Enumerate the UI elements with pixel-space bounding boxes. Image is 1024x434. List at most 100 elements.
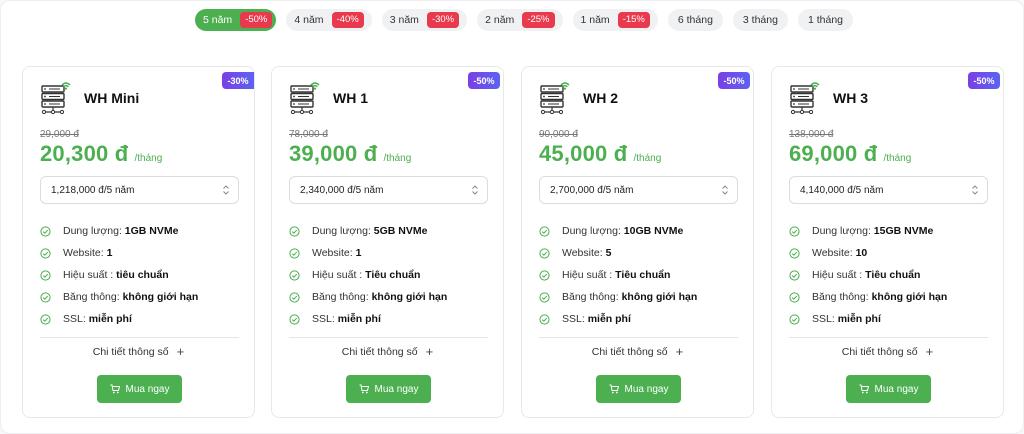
feature-ssl: SSL: miễn phí [789, 308, 947, 330]
old-price: 78,000 đ [289, 129, 328, 140]
price-row: 69,000 đ /tháng [789, 141, 911, 167]
feature-bandwidth: Băng thông: không giới hạn [789, 286, 947, 308]
tab-label: 2 năm [485, 14, 515, 26]
chevron-updown-icon [223, 185, 229, 195]
tab-discount-badge: -15% [617, 12, 650, 28]
check-circle-icon [539, 225, 550, 237]
term-select[interactable]: 1,218,000 đ/5 năm [40, 176, 239, 204]
term-select[interactable]: 4,140,000 đ/5 năm [789, 176, 988, 204]
feature-list: Dung lượng: 15GB NVMe Website: 10 Hiệu s… [789, 220, 947, 330]
feature-ssl: SSL: miễn phí [539, 308, 697, 330]
tab-label: 3 năm [389, 14, 419, 26]
cart-icon [110, 384, 120, 394]
details-label: Chi tiết thông số [841, 345, 918, 358]
tab-4-years[interactable]: 4 năm -40% [286, 9, 372, 31]
term-select[interactable]: 2,340,000 đ/5 năm [289, 176, 488, 204]
details-label: Chi tiết thông số [92, 345, 169, 358]
tab-3-months[interactable]: 3 tháng [732, 9, 788, 31]
feature-label: Hiệu suất : [63, 269, 114, 281]
tab-2-years[interactable]: 2 năm -25% [477, 9, 563, 31]
feature-website: Website: 5 [539, 242, 697, 264]
details-toggle[interactable]: Chi tiết thông số + [23, 345, 254, 358]
discount-badge: -50% [468, 72, 500, 89]
buy-label: Mua ngay [374, 383, 419, 395]
feature-bandwidth: Băng thông: không giới hạn [539, 286, 697, 308]
feature-bandwidth: Băng thông: không giới hạn [40, 286, 198, 308]
plan-name: WH Mini [84, 90, 140, 106]
feature-performance: Hiệu suất : Tiêu chuẩn [789, 264, 947, 286]
feature-value: không giới hạn [621, 291, 698, 303]
buy-label: Mua ngay [125, 383, 170, 395]
tab-6-months[interactable]: 6 tháng [667, 9, 723, 31]
feature-value: không giới hạn [371, 291, 448, 303]
term-select[interactable]: 2,700,000 đ/5 năm [539, 176, 738, 204]
feature-list: Dung lượng: 10GB NVMe Website: 5 Hiệu su… [539, 220, 697, 330]
feature-label: Băng thông: [812, 291, 869, 303]
feature-label: Dung lượng: [63, 225, 122, 237]
tab-1-month[interactable]: 1 tháng [797, 9, 854, 31]
plus-icon: + [925, 344, 934, 359]
details-toggle[interactable]: Chi tiết thông số + [272, 345, 503, 358]
feature-website: Website: 10 [789, 242, 947, 264]
feature-value: miễn phí [587, 313, 631, 325]
divider [539, 337, 738, 338]
buy-button[interactable]: Mua ngay [596, 375, 681, 403]
feature-label: Dung lượng: [312, 225, 371, 237]
term-select-value: 2,700,000 đ/5 năm [550, 184, 634, 196]
current-price: 20,300 đ [40, 141, 129, 166]
check-circle-icon [289, 225, 300, 237]
check-circle-icon [40, 269, 51, 281]
plan-header: WH Mini [40, 81, 139, 115]
check-circle-icon [539, 269, 550, 281]
buy-button[interactable]: Mua ngay [846, 375, 931, 403]
buy-label: Mua ngay [624, 383, 669, 395]
check-circle-icon [289, 247, 300, 259]
check-circle-icon [40, 313, 51, 325]
chevron-updown-icon [472, 185, 478, 195]
plan-card-1: -30% WH Mini 29,000 đ 20,300 đ /tháng 1,… [22, 66, 255, 418]
plan-card-2: -50% WH 1 78,000 đ 39,000 đ /tháng 2,340… [271, 66, 504, 418]
feature-label: Hiệu suất : [562, 269, 613, 281]
feature-performance: Hiệu suất : Tiêu chuẩn [289, 264, 447, 286]
price-unit: /tháng [883, 153, 912, 164]
feature-list: Dung lượng: 1GB NVMe Website: 1 Hiệu suấ… [40, 220, 198, 330]
term-select-value: 2,340,000 đ/5 năm [300, 184, 384, 196]
divider [40, 337, 239, 338]
cart-icon [609, 384, 619, 394]
feature-label: Băng thông: [562, 291, 619, 303]
feature-website: Website: 1 [40, 242, 198, 264]
tab-label: 3 tháng [742, 14, 778, 26]
tab-label: 1 tháng [807, 14, 844, 26]
price-row: 39,000 đ /tháng [289, 141, 411, 167]
feature-value: 10 [855, 247, 868, 259]
server-wifi-icon [790, 82, 820, 115]
check-circle-icon [789, 247, 800, 259]
plan-name: WH 1 [333, 90, 368, 106]
chevron-updown-icon [722, 185, 728, 195]
tab-discount-badge: -25% [522, 12, 555, 28]
tab-3-years[interactable]: 3 năm -30% [381, 9, 468, 31]
plan-header: WH 1 [289, 81, 368, 115]
buy-button[interactable]: Mua ngay [346, 375, 431, 403]
tab-1-year[interactable]: 1 năm -15% [572, 9, 658, 31]
term-select-value: 1,218,000 đ/5 năm [51, 184, 135, 196]
buy-button[interactable]: Mua ngay [97, 375, 182, 403]
details-toggle[interactable]: Chi tiết thông số + [522, 345, 753, 358]
cart-icon [859, 384, 869, 394]
term-select-value: 4,140,000 đ/5 năm [800, 184, 884, 196]
plan-card-4: -50% WH 3 138,000 đ 69,000 đ /tháng 4,14… [771, 66, 1004, 418]
feature-value: miễn phí [88, 313, 132, 325]
feature-value: 10GB NVMe [623, 225, 684, 237]
feature-label: SSL: [562, 313, 585, 325]
divider [789, 337, 988, 338]
check-circle-icon [539, 247, 550, 259]
tab-5-years[interactable]: 5 năm -50% [195, 9, 277, 31]
price-unit: /tháng [134, 153, 163, 164]
check-circle-icon [40, 291, 51, 303]
feature-label: Website: [812, 247, 853, 259]
feature-value: 15GB NVMe [873, 225, 934, 237]
price-unit: /tháng [383, 153, 412, 164]
tab-label: 6 tháng [677, 14, 713, 26]
feature-ssl: SSL: miễn phí [40, 308, 198, 330]
details-toggle[interactable]: Chi tiết thông số + [772, 345, 1003, 358]
